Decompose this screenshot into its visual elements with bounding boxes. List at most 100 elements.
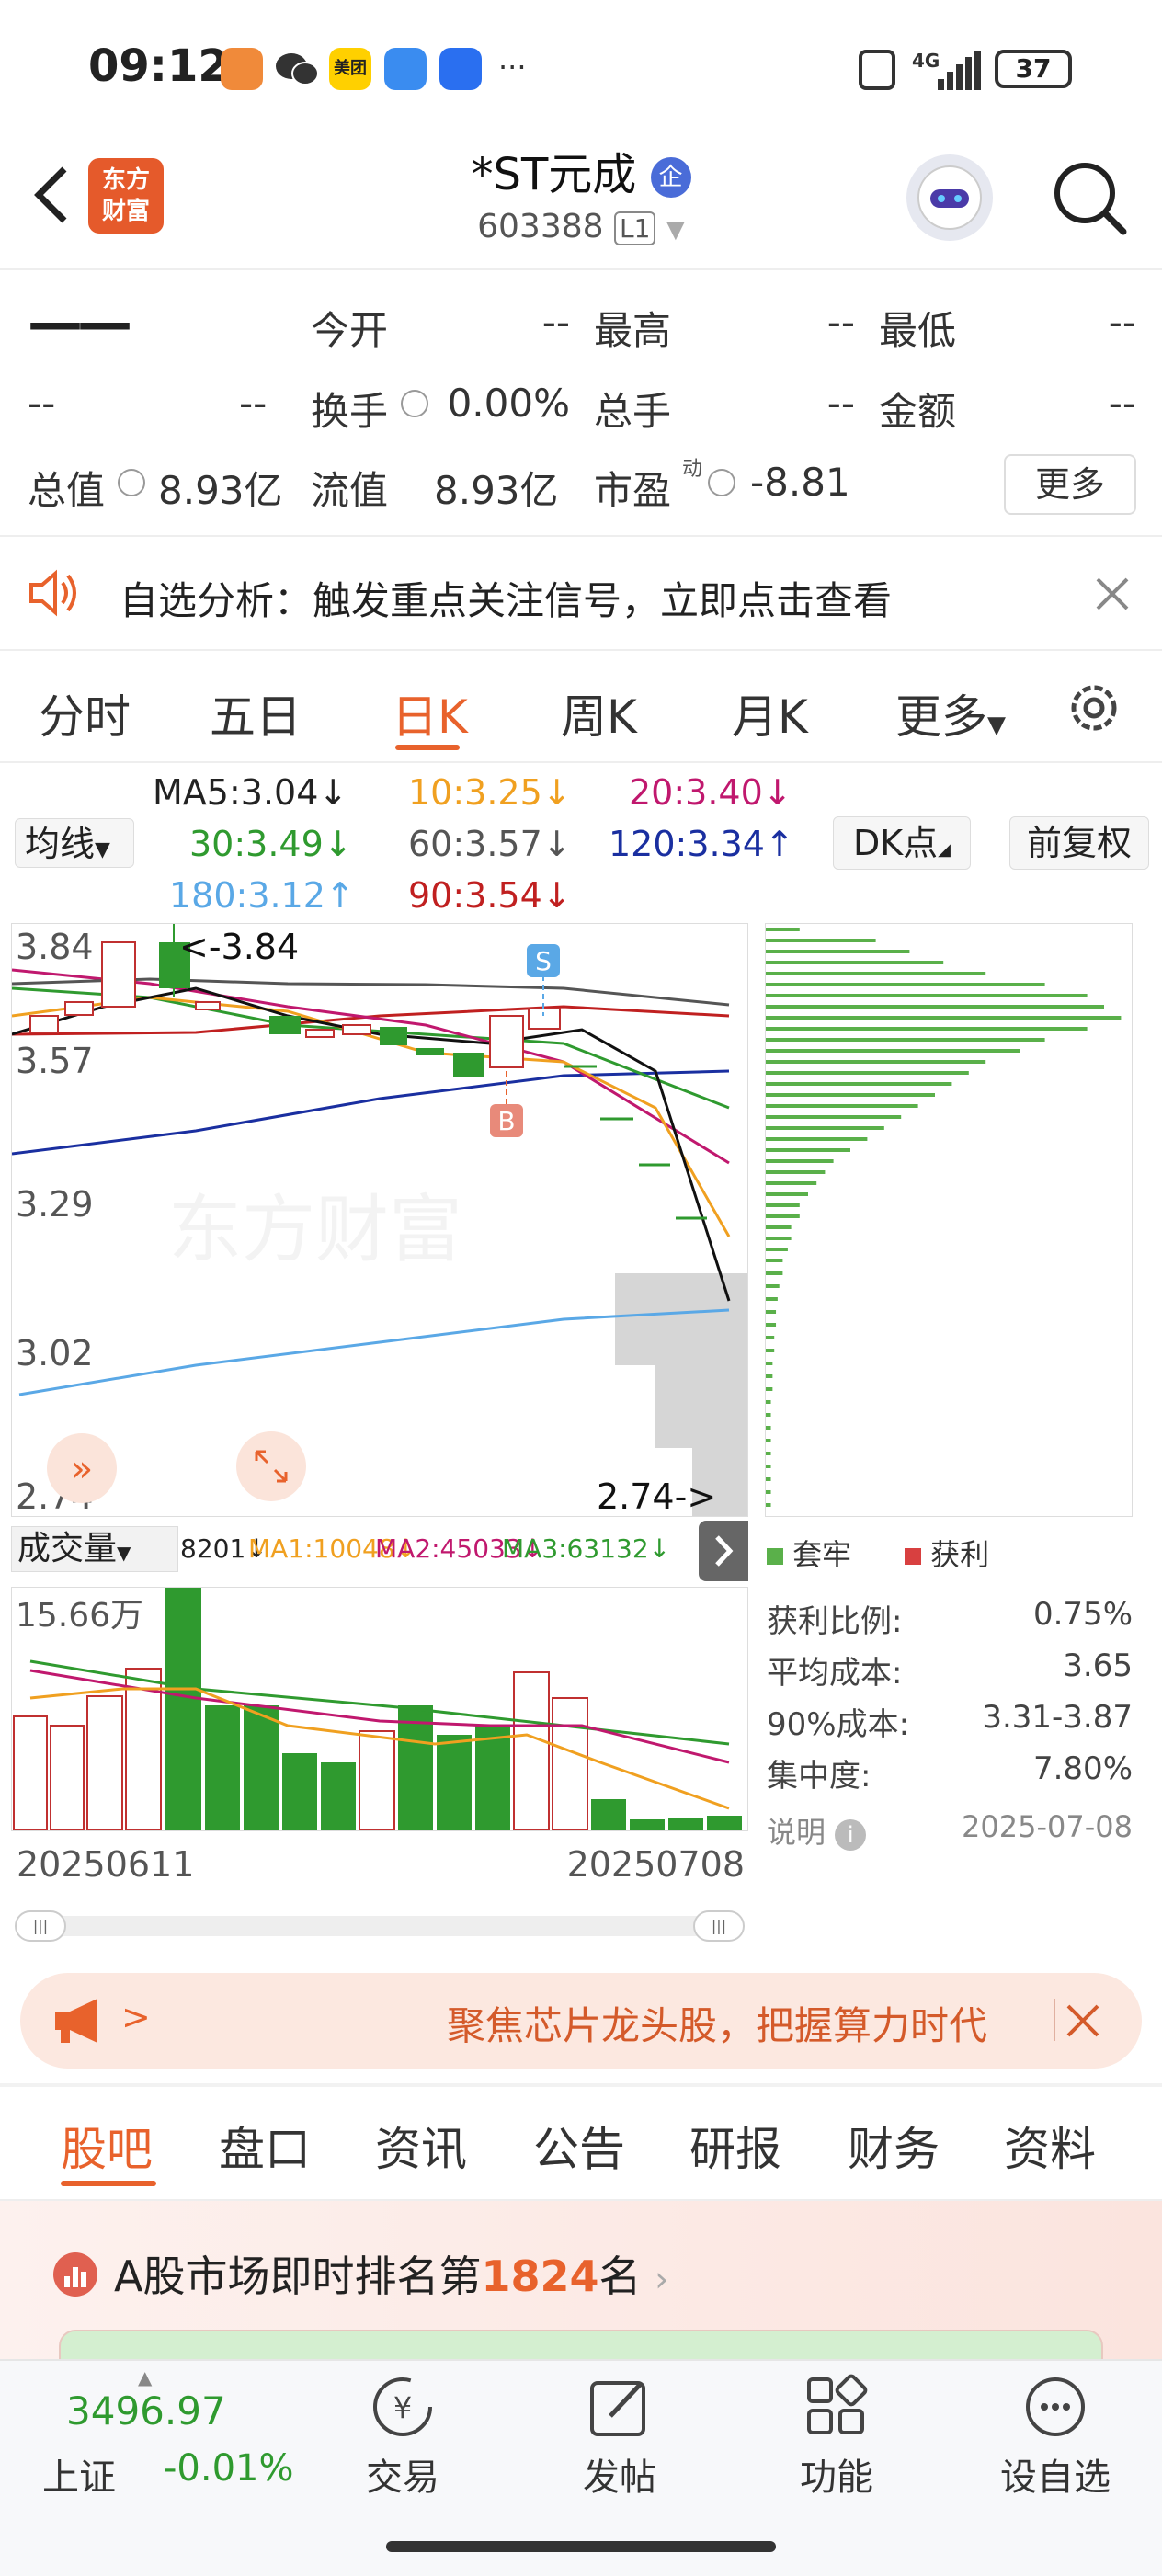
info-icon[interactable] [708, 469, 735, 496]
next-indicator-button[interactable] [699, 1521, 748, 1581]
chip-bar [766, 1170, 826, 1174]
trapped-swatch [767, 1548, 783, 1565]
low-value: -- [1108, 300, 1136, 345]
chip-bar [766, 939, 876, 942]
tab-pankou[interactable]: 盘口 [219, 2113, 311, 2179]
tab-more-label: 更多 [895, 690, 987, 744]
promo-banner[interactable]: > 聚焦芯片龙头股，把握算力时代 [20, 1973, 1142, 2069]
chip-bar [766, 1452, 771, 1455]
tab-more[interactable]: 更多▼ [895, 680, 1006, 747]
tab-weekly-k[interactable]: 周K [561, 680, 637, 747]
nav-add-watchlist[interactable]: 设自选 [991, 2370, 1120, 2499]
close-icon[interactable] [1065, 2002, 1101, 2039]
clock: 09:12 [88, 40, 229, 92]
chip-bar [766, 1413, 771, 1417]
chip-bar [766, 1477, 771, 1481]
open-value: -- [541, 300, 570, 345]
chip-bar [766, 1181, 817, 1185]
dist-value: 7.80% [1032, 1750, 1133, 1787]
y-tick: 3.02 [16, 1333, 94, 1373]
change-percent: -- [239, 381, 268, 426]
float-cap-value: 8.93亿 [434, 468, 559, 513]
volume-chart[interactable]: 15.66万 [11, 1587, 748, 1831]
app-notification-icon [221, 48, 263, 90]
kline-chart[interactable]: 东方财富 S B 3.84 3.57 3.29 3.02 2.74 <-3.84… [11, 923, 748, 1517]
more-button[interactable]: 更多 [1004, 454, 1136, 515]
chip-bar [766, 1426, 771, 1430]
tab-monthly-k[interactable]: 月K [732, 680, 808, 747]
volume-label: 总手 [594, 389, 672, 434]
chevron-right-icon: › [655, 2259, 669, 2299]
start-date: 20250611 [17, 1844, 195, 1885]
more-notifications-icon: ··· [498, 50, 527, 85]
tab-intraday[interactable]: 分时 [39, 680, 131, 747]
tab-daily-k[interactable]: 日K [392, 680, 468, 747]
ma90-value: 90:3.54↓ [408, 875, 572, 916]
tab-announcements[interactable]: 公告 [533, 2113, 625, 2179]
rank-number: 1824 [481, 2251, 599, 2301]
range-handle-left[interactable]: ||| [15, 1910, 66, 1942]
tab-five-day[interactable]: 五日 [210, 680, 302, 747]
ma30-value: 30:3.49↓ [189, 824, 353, 864]
adjust-button[interactable]: 前复权 [1009, 816, 1149, 870]
rank-suffix: 名 [598, 2251, 642, 2301]
note-link[interactable]: 说明 i [767, 1809, 867, 1852]
ma5-value: MA5:3.04↓ [153, 772, 348, 813]
tab-profile[interactable]: 资料 [1004, 2113, 1096, 2179]
nav-post[interactable]: 发帖 [564, 2370, 675, 2499]
rank-card[interactable]: A股市场即时排名第1824名 › [0, 2201, 1162, 2363]
chip-bar [766, 1503, 771, 1507]
chip-distribution-chart[interactable] [765, 923, 1133, 1517]
tab-research[interactable]: 研报 [689, 2113, 781, 2179]
tab-news[interactable]: 资讯 [375, 2113, 467, 2179]
promo-text: 聚焦芯片龙头股，把握算力时代 [447, 2003, 988, 2048]
profit-swatch [905, 1548, 921, 1565]
dist-label: 获利比例: [767, 1603, 903, 1640]
range-slider[interactable]: ||| ||| [15, 1910, 745, 1942]
ma60-value: 60:3.57↓ [408, 824, 572, 864]
section-gap [0, 2083, 1162, 2087]
high-label: 最高 [594, 308, 672, 353]
chip-bar [766, 1349, 775, 1352]
chip-bar [766, 961, 944, 964]
index-change: -0.01% [164, 2447, 294, 2490]
nav-add-watchlist-label: 设自选 [1000, 2456, 1111, 2499]
dist-row: 获利比例: 0.75% [767, 1596, 1133, 1641]
divider [0, 649, 1162, 651]
info-icon[interactable] [118, 469, 145, 496]
volume-value: -- [826, 381, 855, 426]
notice-text: 自选分析：触发重点关注信号，立即点击查看 [120, 578, 893, 623]
pe-value: -8.81 [750, 460, 850, 505]
notice-bar[interactable]: 自选分析：触发重点关注信号，立即点击查看 [0, 537, 1162, 649]
vol-ma3: MA3:63132↓ [502, 1533, 671, 1564]
close-icon[interactable] [1094, 576, 1131, 612]
dropdown-icon: ▼ [666, 216, 685, 244]
tab-guba[interactable]: 股吧 [61, 2113, 153, 2179]
end-date: 20250708 [566, 1844, 745, 1885]
range-handle-right[interactable]: ||| [693, 1910, 745, 1942]
chip-bar [766, 1148, 850, 1152]
chip-bar [766, 1259, 783, 1262]
svg-text:¥: ¥ [393, 2390, 412, 2425]
dist-label: 90%成本: [767, 1706, 910, 1743]
tab-financials[interactable]: 财务 [848, 2113, 940, 2179]
dist-row: 90%成本: 3.31-3.87 [767, 1699, 1133, 1744]
nav-trade[interactable]: ¥ 交易 [347, 2370, 458, 2499]
avg-line-selector[interactable]: 均线▼ [15, 818, 134, 868]
chip-bar [766, 1104, 918, 1108]
info-icon[interactable] [401, 390, 428, 417]
chip-bar [766, 1248, 788, 1251]
chip-bar [766, 928, 800, 931]
settings-icon[interactable] [1065, 678, 1123, 737]
search-icon[interactable] [1048, 156, 1131, 239]
robot-assistant-icon[interactable] [906, 154, 993, 241]
ma10-value: 10:3.25↓ [408, 772, 572, 813]
chip-bar [766, 1214, 800, 1218]
volume-selector[interactable]: 成交量▼ [11, 1526, 178, 1572]
active-tab-indicator [395, 745, 460, 750]
dk-point-button[interactable]: DK点◢ [833, 816, 971, 870]
nav-functions[interactable]: 功能 [781, 2370, 892, 2499]
index-value: 3496.97 [66, 2388, 226, 2434]
battery-icon: 37 [995, 50, 1072, 88]
index-up-arrow: ▲ [138, 2366, 153, 2388]
